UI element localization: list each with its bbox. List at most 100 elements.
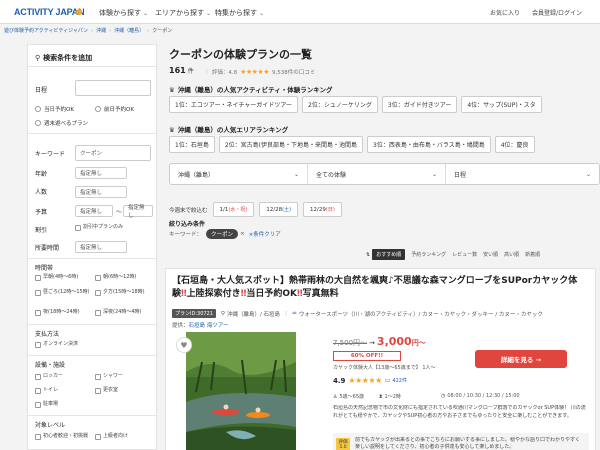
rating-review-count[interactable]: 9,538件の口コミ [272, 68, 315, 76]
nav-by-feature[interactable]: 特集から探す ⌄ [215, 8, 264, 18]
area-select[interactable]: 沖縄（離島） ⌄ [170, 164, 308, 184]
result-count: 161 件 [169, 66, 194, 75]
radio-label: 週末遊べるプラン [44, 121, 89, 127]
plan-title[interactable]: 【石垣島・大人気スポット】熱帯雨林の大自然を颯爽♪不思議な森マングローブをSUP… [172, 275, 590, 301]
checkbox-night[interactable]: 夜(18時〜24時) [35, 309, 80, 316]
checkbox-evening[interactable]: 夕方(15時〜18時) [95, 289, 145, 296]
site-logo[interactable]: ACTIVITY JAPAN [14, 7, 85, 17]
checkbox-toilet[interactable]: トイレ [35, 387, 58, 394]
checkbox-discount[interactable]: 割引中プランのみ [75, 224, 123, 231]
date-select[interactable]: 日程 ⌄ [446, 164, 599, 184]
nav-label: エリアから探す [155, 9, 204, 17]
divider [28, 258, 156, 259]
checkbox-advanced[interactable]: 上級者向け [95, 433, 128, 440]
activity-rank-3[interactable]: 3位：ガイド付きツアー [381, 96, 458, 113]
activity-rank-4[interactable]: 4位：サップ(SUP)・スタ [461, 96, 542, 113]
sort-recommended[interactable]: おすすめ順 [372, 249, 406, 260]
checkbox-label: ロッカー [43, 373, 64, 379]
favorite-heart-icon[interactable]: ♥ [176, 337, 192, 353]
people-select[interactable]: 指定無し [75, 186, 127, 198]
radio-prev-day[interactable]: 前日予約OK [95, 105, 134, 113]
plan-description: 石垣島の天然記念物で市の文化財にも指定されている吹通川マングローブ群落でのカヤッ… [333, 405, 586, 419]
checkbox-noon[interactable]: 昼ごろ(12時〜15時) [35, 289, 91, 296]
age-select[interactable]: 指定無し [75, 167, 127, 179]
duration-select[interactable]: 指定無し [75, 241, 127, 253]
budget-separator: 〜 [116, 209, 123, 216]
radio-weekend[interactable]: 週末遊べるプラン [35, 119, 88, 127]
arrow-right-icon: → [369, 339, 375, 347]
plan-card[interactable]: 【石垣島・大人気スポット】熱帯雨林の大自然を颯爽♪不思議な森マングローブをSUP… [165, 268, 596, 450]
clear-filters-link[interactable]: ×条件クリア [249, 230, 281, 238]
payment-label: 支払方法 [35, 331, 60, 338]
chevron-down-icon: ⌄ [259, 10, 265, 17]
sort-cheap[interactable]: 安い順 [483, 251, 498, 258]
provider-label: 提供： [172, 323, 189, 329]
checkbox-morning[interactable]: 朝(6時〜12時) [95, 274, 136, 281]
member-login-link[interactable]: 会員登録/ログイン [532, 8, 582, 17]
area-ranking-heading: ♛ 沖縄（離島）の人気エリアランキング [169, 124, 288, 134]
quick-date: 1/1 [219, 206, 229, 213]
radio-label: 前日予約OK [104, 107, 134, 113]
plan-review-count[interactable]: 422件 [392, 377, 407, 384]
sort-expensive[interactable]: 高い順 [504, 251, 519, 258]
checkbox-label: オンライン決済 [43, 341, 79, 347]
provider-link[interactable]: 石垣島 海ツアー [189, 323, 229, 329]
start-times-value: 08:00 / 10:30 / 12:30 / 15:00 [447, 393, 520, 399]
activity-rank-1[interactable]: 1位：エコツアー・ネイチャーガイドツアー [169, 96, 299, 113]
result-count-number: 161 [169, 66, 186, 75]
start-times: ◷ 08:00 / 10:30 / 12:30 / 15:00 [441, 393, 520, 399]
checkbox-shower[interactable]: シャワー [95, 373, 123, 380]
nav-by-area[interactable]: エリアから探す ⌄ [155, 8, 211, 18]
close-icon[interactable]: × [240, 231, 245, 237]
plan-category[interactable]: ウォータースポーツ（川・湖のアクティビティ）/ カヌー・カヤック・ダッキー / … [299, 310, 543, 318]
area-rank-1[interactable]: 1位：石垣島 [169, 136, 215, 153]
plan-meta-row: プランID:30721 ⚲ 沖縄（離島）/ 石垣島 | ♒ ウォータースポーツ（… [172, 309, 543, 318]
review-snippet[interactable]: 評価 5.0 前でもカヤックが出来るとの事でこちらにお願いする事にしました。穏やか… [333, 433, 589, 450]
budget-min-select[interactable]: 指定無し [75, 205, 113, 217]
keyword-chip[interactable]: クーポン [206, 229, 239, 239]
quick-date: 12/29 [310, 206, 326, 213]
budget-max-select[interactable]: 指定無し [123, 205, 153, 219]
breadcrumb-okinawa[interactable]: 沖縄 [96, 28, 106, 34]
sort-ranking[interactable]: 予約ランキング [411, 251, 446, 258]
checkbox-locker[interactable]: ロッカー [35, 373, 63, 380]
date-input[interactable] [75, 80, 151, 96]
checkbox-parking[interactable]: 駐車場 [35, 401, 58, 408]
applied-filters-title: 絞り込み条件 [169, 221, 206, 228]
category-select[interactable]: 全ての体験 ⌄ [308, 164, 446, 184]
quick-date-button[interactable]: 12/28 (土) [259, 202, 299, 217]
plan-photo[interactable] [186, 332, 296, 450]
breadcrumb-okinawa-islands[interactable]: 沖縄（離島） [114, 28, 144, 34]
activity-rank-2[interactable]: 2位：シュノーケリング [302, 96, 378, 113]
checkbox-late-night[interactable]: 深夜(24時〜4時) [95, 309, 141, 316]
checkbox-early-morning[interactable]: 早朝(4時〜6時) [35, 274, 78, 281]
area-rank-4[interactable]: 4位：慶良 [494, 136, 535, 153]
quick-weekday: (土) [282, 207, 292, 213]
checkbox-label: 上級者向け [103, 433, 129, 439]
sort-reviews[interactable]: レビュー数 [452, 251, 477, 258]
date-select-value: 日程 [454, 171, 467, 179]
keyword-input[interactable]: クーポン [75, 145, 151, 161]
rating-stars-icon: ★★★★★ [348, 376, 382, 385]
quick-date-button[interactable]: 12/29 (日) [303, 202, 342, 217]
area-rank-3[interactable]: 3位：西表島・由布島・バラス島・鳩間島 [367, 136, 491, 153]
logo-mark-icon [76, 9, 82, 15]
checkbox-online-payment[interactable]: オンライン決済 [35, 341, 78, 348]
checkbox-label: 昼ごろ(12時〜15時) [43, 289, 90, 295]
radio-same-day[interactable]: 当日予約OK [35, 105, 74, 113]
sort-newest[interactable]: 新着順 [525, 251, 540, 258]
checkbox-beginner[interactable]: 初心者歓迎・初挑戦 [35, 433, 91, 440]
quick-date-button[interactable]: 1/1 (水・祝) [212, 202, 255, 217]
view-details-button[interactable]: 詳細を見る → [475, 350, 567, 368]
plan-score: 4.9 [333, 376, 346, 385]
plan-location[interactable]: 沖縄（離島）/ 石垣島 [227, 310, 280, 318]
favorites-link[interactable]: お気に入り [490, 8, 520, 17]
chevron-down-icon: ⌄ [293, 170, 299, 178]
nav-by-activity[interactable]: 体験から探す ⌄ [99, 8, 148, 18]
checkbox-changing-room[interactable]: 更衣室 [95, 387, 118, 394]
quick-weekday: (水・祝) [228, 207, 248, 213]
breadcrumb-home[interactable]: 遊び体験予約アクティビティジャパン [4, 28, 88, 34]
discount-price-value: 3,000 [376, 335, 412, 348]
comment-icon: ▭ [384, 377, 391, 384]
area-rank-2[interactable]: 2位：宮古島(伊良部島・下地島・来間島・池間島 [218, 136, 363, 153]
